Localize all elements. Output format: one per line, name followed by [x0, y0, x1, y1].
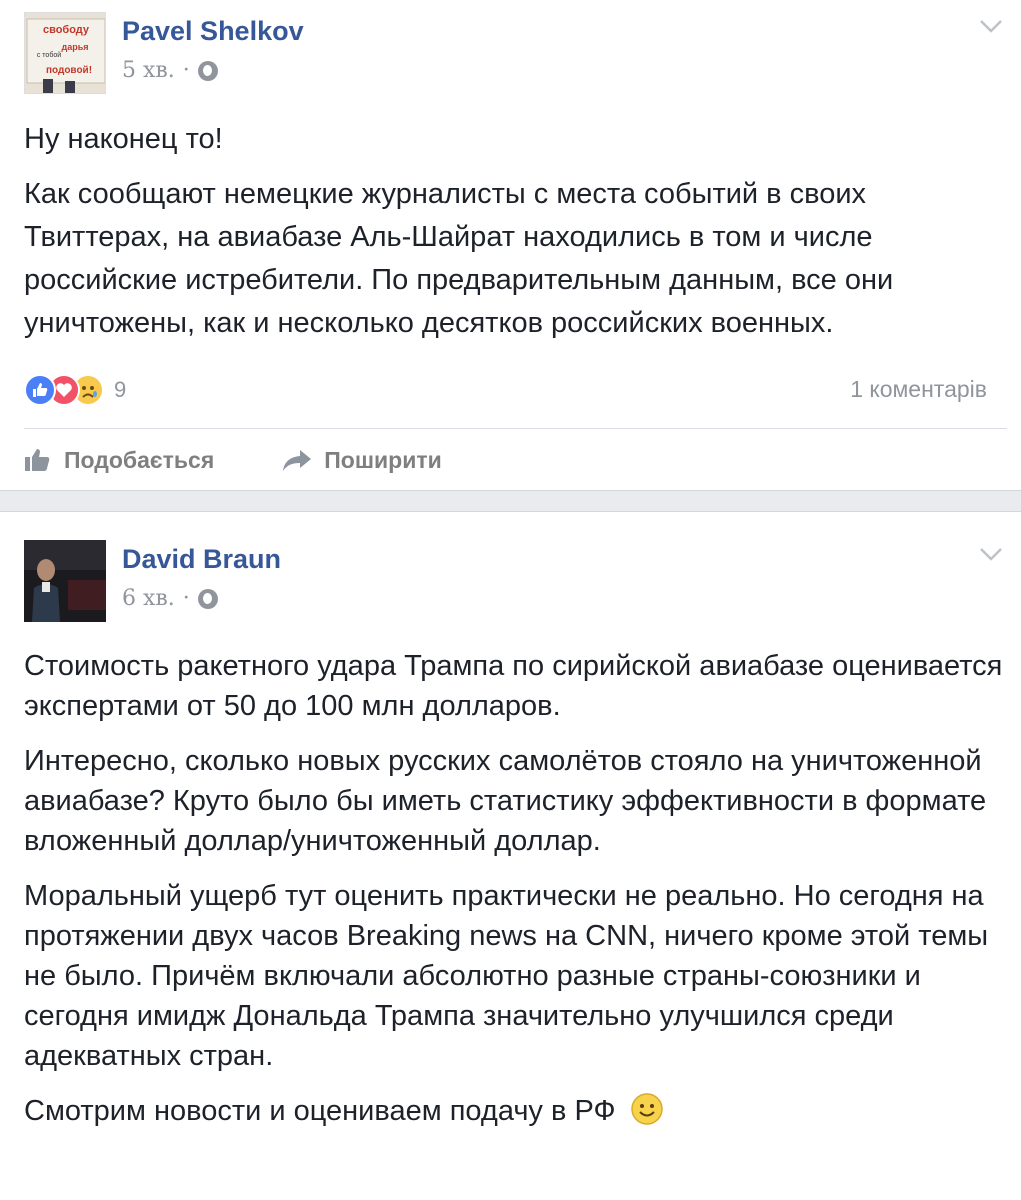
avatar[interactable]: свободу дарья с тобой подовой!	[24, 12, 106, 94]
post-david-braun: David Braun 6 хв. · Стоимость ракетного …	[0, 512, 1021, 1200]
post-text: Ну наконец то! Как сообщают немецкие жур…	[24, 118, 1004, 357]
like-reaction-icon	[24, 374, 56, 406]
post-paragraph: Моральный ущерб тут оценить практически …	[24, 880, 989, 1072]
svg-text:дарья: дарья	[62, 42, 89, 52]
author-name[interactable]: Pavel Shelkov	[122, 16, 304, 47]
post-text: Стоимость ракетного удара Трампа по сири…	[24, 646, 1004, 1143]
post-paragraph: Стоимость ракетного удара Трампа по сири…	[24, 650, 1003, 722]
globe-icon	[197, 60, 218, 81]
svg-text:с тобой: с тобой	[37, 51, 61, 59]
divider	[24, 428, 1007, 429]
post-paragraph: Ну наконец то!	[24, 123, 223, 155]
post-paragraph: Смотрим новости и оцениваем подачу в РФ	[24, 1095, 616, 1127]
post-pavel-shelkov: свободу дарья с тобой подовой! Pavel She…	[0, 0, 1021, 490]
chevron-down-icon[interactable]	[978, 16, 1004, 36]
share-label: Поширити	[324, 446, 442, 473]
reactions-summary[interactable]: 9	[24, 372, 126, 408]
post-paragraph-last: Смотрим новости и оцениваем подачу в РФ	[24, 1091, 1004, 1131]
reaction-count: 9	[114, 377, 127, 402]
meta-dot: ·	[182, 586, 190, 611]
avatar[interactable]	[24, 540, 106, 622]
smile-emoji-icon	[630, 1093, 663, 1125]
like-label: Подобається	[64, 446, 215, 473]
thumbs-up-icon	[25, 449, 50, 471]
post-paragraph: Как сообщают немецкие журналисты с места…	[24, 178, 894, 339]
share-arrow-icon	[283, 450, 312, 471]
chevron-down-icon[interactable]	[978, 544, 1004, 564]
like-button[interactable]: Подобається	[24, 447, 214, 474]
share-button[interactable]: Поширити	[282, 446, 442, 474]
comments-count[interactable]: 1 коментарів	[850, 376, 987, 403]
post-meta: 6 хв. ·	[122, 586, 218, 611]
author-name[interactable]: David Braun	[122, 544, 281, 575]
post-time[interactable]: 6 хв.	[122, 586, 175, 611]
svg-text:свободу: свободу	[43, 24, 90, 36]
globe-icon	[197, 588, 218, 609]
post-actions: Подобається Поширити	[24, 440, 442, 480]
meta-dot: ·	[182, 58, 190, 83]
post-time[interactable]: 5 хв.	[122, 58, 175, 83]
post-header: свободу дарья с тобой подовой! Pavel She…	[24, 12, 1004, 96]
post-meta: 5 хв. ·	[122, 58, 218, 83]
svg-text:подовой!: подовой!	[46, 65, 92, 76]
post-paragraph: Интересно, сколько новых русских самолёт…	[24, 745, 987, 857]
post-header: David Braun 6 хв. ·	[24, 540, 1004, 624]
feed-separator	[0, 490, 1021, 512]
